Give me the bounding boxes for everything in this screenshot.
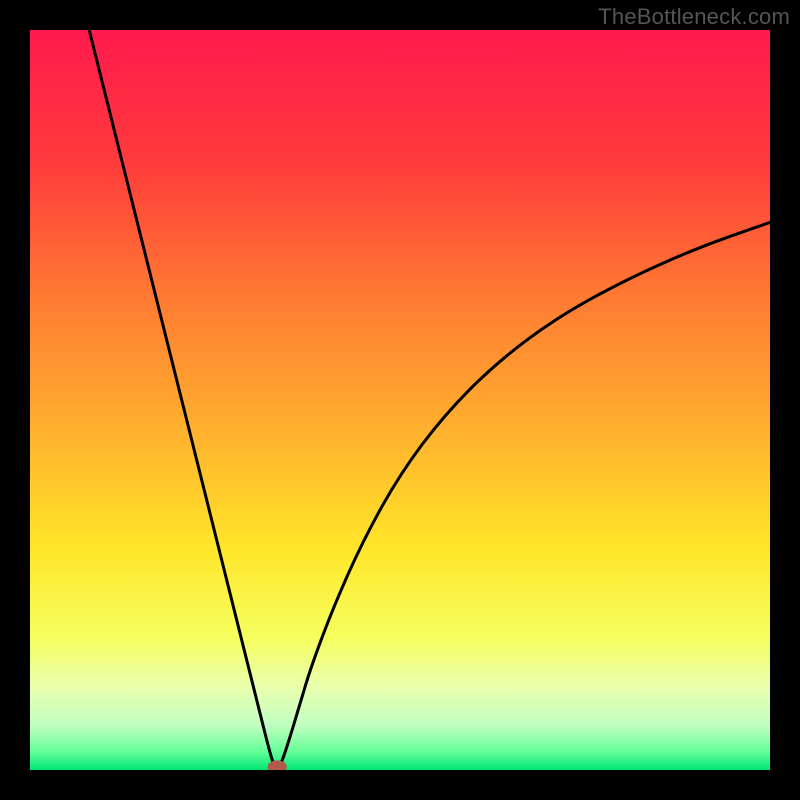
gradient-background: [30, 30, 770, 770]
plot-area: [30, 30, 770, 770]
watermark-text: TheBottleneck.com: [598, 4, 790, 30]
chart-svg: [30, 30, 770, 770]
chart-frame: TheBottleneck.com: [0, 0, 800, 800]
